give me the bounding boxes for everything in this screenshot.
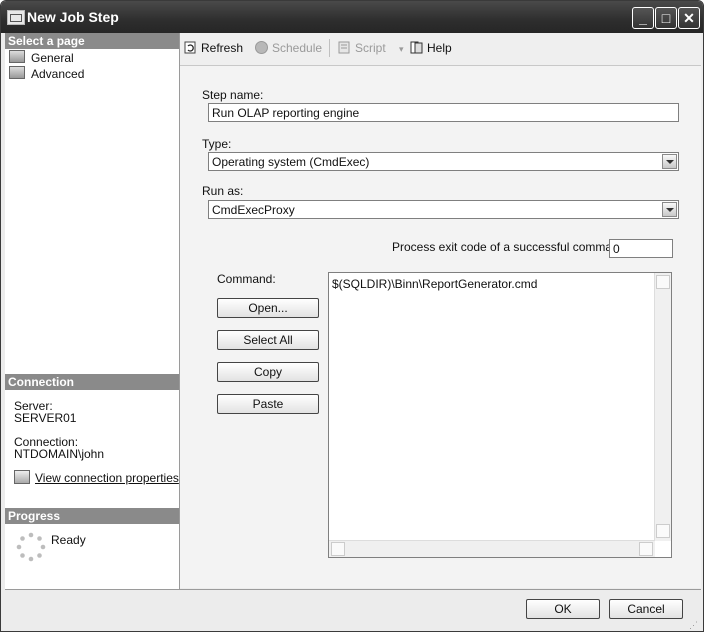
scroll-up-icon[interactable] — [656, 275, 670, 289]
connection-header: Connection — [5, 374, 179, 390]
resize-grip-icon[interactable]: ⋰ — [689, 620, 699, 630]
exit-code-input[interactable]: 0 — [609, 239, 673, 258]
script-label: Script — [355, 41, 386, 55]
chevron-down-icon[interactable] — [662, 202, 677, 217]
progress-header: Progress — [5, 508, 179, 524]
select-a-page-header: Select a page — [5, 33, 179, 49]
dialog-footer: OK Cancel ⋰ — [5, 589, 701, 631]
schedule-label: Schedule — [272, 41, 323, 55]
page-icon — [9, 66, 25, 79]
horizontal-scrollbar[interactable] — [329, 540, 655, 557]
step-name-label: Step name: — [202, 88, 264, 102]
vertical-scrollbar[interactable] — [654, 273, 671, 541]
type-select-value: Operating system (CmdExec) — [212, 155, 370, 169]
step-name-input[interactable]: Run OLAP reporting engine — [208, 103, 679, 122]
window-title: New Job Step — [27, 9, 119, 25]
maximize-button[interactable]: □ — [655, 7, 677, 29]
page-icon — [9, 50, 25, 63]
refresh-button[interactable]: Refresh — [184, 41, 243, 55]
type-label: Type: — [202, 137, 232, 151]
close-button[interactable]: ✕ — [678, 7, 700, 29]
chevron-down-icon[interactable] — [662, 154, 677, 169]
run-as-select[interactable]: CmdExecProxy — [208, 200, 679, 219]
scroll-left-icon[interactable] — [331, 542, 345, 556]
open-button[interactable]: Open... — [217, 298, 319, 318]
progress-spinner-icon — [16, 532, 46, 562]
connection-value: NTDOMAIN\john — [14, 447, 105, 461]
help-icon — [410, 41, 423, 54]
properties-icon — [14, 470, 30, 484]
minimize-button[interactable]: _ — [632, 7, 654, 29]
general-page-content: Step name: Run OLAP reporting engine Typ… — [180, 66, 701, 588]
command-label: Command: — [217, 272, 276, 286]
progress-status: Ready — [51, 533, 86, 547]
scroll-down-icon[interactable] — [656, 524, 670, 538]
title-bar[interactable]: New Job Step _ □ ✕ — [1, 1, 703, 33]
script-icon — [338, 41, 350, 54]
ok-button[interactable]: OK — [526, 599, 600, 619]
new-job-step-dialog: New Job Step _ □ ✕ Select a page General… — [0, 0, 704, 632]
toolbar: Refresh Schedule Script ▾ Help — [180, 33, 701, 66]
exit-code-label: Process exit code of a successful comman… — [392, 240, 629, 254]
view-connection-properties-link[interactable]: View connection properties — [14, 470, 179, 485]
copy-button[interactable]: Copy — [217, 362, 319, 382]
type-select[interactable]: Operating system (CmdExec) — [208, 152, 679, 171]
window-icon — [7, 10, 25, 25]
cancel-button[interactable]: Cancel — [609, 599, 683, 619]
schedule-icon — [255, 41, 268, 54]
page-item-general[interactable]: General — [9, 50, 74, 65]
page-item-label: Advanced — [31, 67, 85, 81]
script-button[interactable]: Script ▾ — [338, 41, 404, 56]
command-text: $(SQLDIR)\Binn\ReportGenerator.cmd — [332, 277, 538, 291]
page-item-label: General — [31, 51, 74, 65]
left-pane: Select a page General Advanced Connectio… — [5, 33, 180, 589]
page-item-advanced[interactable]: Advanced — [9, 66, 84, 81]
refresh-icon — [184, 41, 196, 54]
command-textarea[interactable]: $(SQLDIR)\Binn\ReportGenerator.cmd — [328, 272, 672, 558]
view-connection-properties-label: View connection properties — [35, 471, 179, 485]
paste-button[interactable]: Paste — [217, 394, 319, 414]
refresh-label: Refresh — [201, 41, 244, 55]
script-dropdown-icon[interactable]: ▾ — [399, 44, 404, 54]
toolbar-separator — [329, 39, 330, 57]
server-value: SERVER01 — [14, 411, 77, 425]
run-as-select-value: CmdExecProxy — [212, 203, 295, 217]
run-as-label: Run as: — [202, 184, 244, 198]
help-button[interactable]: Help — [410, 41, 452, 55]
schedule-button[interactable]: Schedule — [255, 41, 322, 55]
scroll-right-icon[interactable] — [639, 542, 653, 556]
select-all-button[interactable]: Select All — [217, 330, 319, 350]
help-label: Help — [427, 41, 452, 55]
